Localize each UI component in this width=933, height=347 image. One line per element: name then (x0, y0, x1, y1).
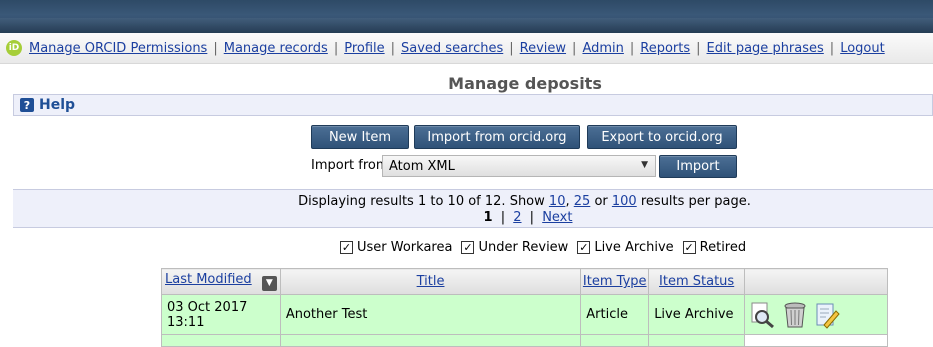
page-2-link[interactable]: 2 (513, 210, 521, 225)
table-row: 03 Oct 2017 13:11 Another Test Article L… (161, 294, 888, 335)
page-title: Manage deposits (448, 74, 602, 93)
import-from-label: Import from (311, 158, 389, 173)
menu-profile[interactable]: Profile (344, 41, 384, 56)
menu-edit-phrases[interactable]: Edit page phrases (707, 41, 824, 56)
menu-logout[interactable]: Logout (840, 41, 885, 56)
menu-reports[interactable]: Reports (640, 41, 690, 56)
top-banner (0, 0, 933, 33)
next-page-link[interactable]: Next (542, 210, 572, 225)
help-label[interactable]: Help (39, 97, 75, 113)
view-icon[interactable] (750, 301, 776, 329)
checkbox[interactable]: ✓ (340, 241, 353, 254)
checkbox[interactable]: ✓ (577, 241, 591, 254)
cell-modified: 03 Oct 2017 13:11 (161, 294, 281, 335)
sort-desc-icon[interactable]: ▼ (261, 275, 277, 291)
per-page-10[interactable]: 10 (549, 194, 566, 209)
import-format-value: Atom XML (389, 158, 455, 174)
results-summary: Displaying results 1 to 10 of 12. Show 1… (13, 189, 933, 228)
menu-review[interactable]: Review (520, 41, 566, 56)
edit-icon[interactable] (814, 301, 840, 329)
menu-admin[interactable]: Admin (582, 41, 623, 56)
import-format-select[interactable]: Atom XML ▼ (382, 155, 656, 177)
column-item-status[interactable]: Item Status (648, 268, 746, 295)
import-button[interactable]: Import (659, 155, 737, 178)
main-menu: iD Manage ORCID Permissions | Manage rec… (0, 33, 933, 64)
pagination: 1 | 2 | Next (483, 210, 573, 225)
checkbox[interactable]: ✓ (461, 241, 475, 254)
filter-under-review[interactable]: ✓ Under Review (461, 240, 568, 255)
column-last-modified[interactable]: Last Modified ▼ (161, 268, 281, 295)
import-orcid-button[interactable]: Import from orcid.org (414, 125, 580, 149)
deposits-table: Last Modified ▼ Title Item Type Item Sta… (161, 268, 888, 347)
per-page-100[interactable]: 100 (612, 194, 637, 209)
filter-live-archive[interactable]: ✓ Live Archive (577, 240, 674, 255)
menu-manage-orcid[interactable]: Manage ORCID Permissions (29, 41, 207, 56)
orcid-icon: iD (6, 40, 22, 56)
current-page: 1 (483, 210, 493, 225)
menu-saved-searches[interactable]: Saved searches (401, 41, 503, 56)
checkbox[interactable]: ✓ (682, 241, 696, 254)
column-item-type[interactable]: Item Type (580, 268, 650, 295)
help-icon: ? (20, 98, 34, 112)
new-item-button[interactable]: New Item (311, 125, 409, 149)
help-bar[interactable]: ? Help (13, 94, 933, 116)
cell-title: Another Test (279, 294, 582, 335)
delete-icon[interactable] (782, 301, 808, 329)
cell-status: Live Archive (648, 294, 746, 335)
export-orcid-button[interactable]: Export to orcid.org (587, 125, 737, 149)
column-title[interactable]: Title (279, 268, 582, 295)
status-filters: ✓ User Workarea ✓ Under Review ✓ Live Archi… (340, 240, 755, 255)
filter-retired[interactable]: ✓ Retired (682, 240, 746, 255)
filter-user-workarea[interactable]: ✓ User Workarea (340, 240, 452, 255)
chevron-down-icon: ▼ (641, 160, 648, 170)
cell-type: Article (580, 294, 650, 335)
per-page-25[interactable]: 25 (574, 194, 591, 209)
menu-manage-records[interactable]: Manage records (224, 41, 328, 56)
